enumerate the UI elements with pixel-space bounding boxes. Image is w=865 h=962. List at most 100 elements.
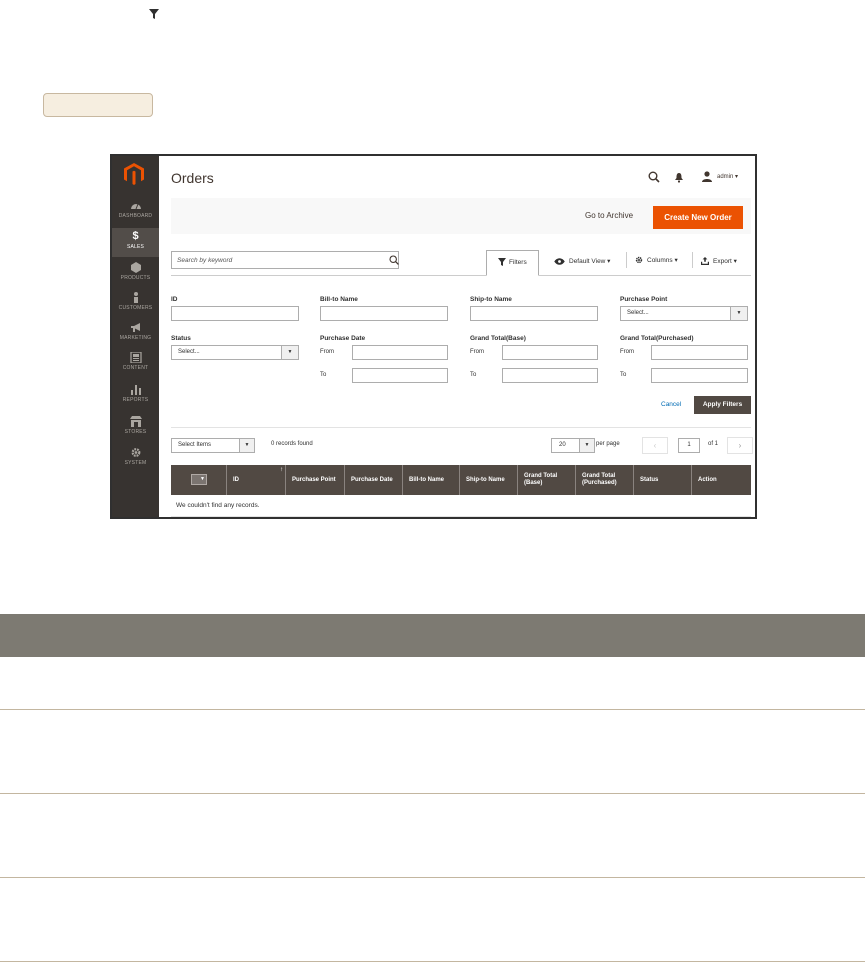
purchase-date-to-label: To — [320, 372, 327, 378]
sidebar-item-products[interactable]: PRODUCTS — [112, 262, 159, 292]
ship-to-filter-input[interactable] — [470, 306, 598, 321]
chevron-down-icon: ▼ — [730, 307, 747, 320]
column-label: Action — [698, 476, 717, 483]
page-number-input[interactable]: 1 — [678, 438, 700, 453]
table-row-divider — [0, 877, 865, 878]
mass-action-value: Select Items — [178, 442, 212, 448]
sidebar-item-dashboard[interactable]: DASHBOARD — [112, 200, 159, 230]
sidebar-item-marketing[interactable]: MARKETING — [112, 322, 159, 352]
status-select[interactable]: Select... ▼ — [171, 345, 299, 360]
go-to-archive-button[interactable]: Go to Archive — [585, 211, 633, 220]
sidebar-item-label: DASHBOARD — [118, 213, 153, 219]
grand-total-base-to-input[interactable] — [502, 368, 598, 383]
bill-to-filter-input[interactable] — [320, 306, 448, 321]
status-filter-label: Status — [171, 335, 191, 342]
grid-column-grand-total-purchased[interactable]: Grand Total (Purchased) — [575, 465, 633, 495]
grand-total-base-from-input[interactable] — [502, 345, 598, 360]
grid-column-bill-to-name[interactable]: Bill-to Name — [402, 465, 459, 495]
sidebar-item-reports[interactable]: REPORTS — [112, 384, 159, 414]
select-all-checkbox[interactable]: ▼ — [191, 474, 207, 485]
column-label: Status — [640, 476, 659, 483]
grid-column-grand-total-base[interactable]: Grand Total (Base) — [517, 465, 575, 495]
columns-label: Columns — [647, 257, 673, 264]
purchase-point-filter-label: Purchase Point — [620, 296, 668, 303]
filter-icon — [498, 258, 506, 266]
sidebar-item-customers[interactable]: CUSTOMERS — [112, 292, 159, 322]
grid-column-status[interactable]: Status — [633, 465, 691, 495]
grand-total-purchased-from-label: From — [620, 349, 634, 355]
create-new-order-button[interactable]: Create New Order — [653, 206, 743, 229]
grid-divider — [171, 427, 751, 428]
grid-column-id[interactable]: ID — [226, 465, 285, 495]
previous-page-button[interactable]: ‹ — [642, 437, 668, 454]
export-dropdown[interactable]: Export ▾ — [701, 257, 737, 266]
sort-ascending-icon: ↑ — [280, 467, 283, 473]
grid-column-ship-to-name[interactable]: Ship-to Name — [459, 465, 517, 495]
filters-button[interactable]: Filters — [486, 250, 539, 276]
id-filter-label: ID — [171, 296, 178, 303]
apply-filters-button[interactable]: Apply Filters — [694, 396, 751, 414]
table-row-divider — [0, 793, 865, 794]
columns-dropdown[interactable]: Columns ▾ — [635, 256, 678, 264]
records-found-count: 0 records found — [271, 441, 313, 447]
filter-icon — [149, 9, 159, 19]
highlight-tag — [43, 93, 153, 117]
magento-logo — [124, 163, 144, 185]
sidebar-item-label: REPORTS — [122, 397, 149, 403]
chevron-down-icon: ▼ — [281, 346, 298, 359]
purchase-date-from-input[interactable] — [352, 345, 448, 360]
grand-total-base-to-label: To — [470, 372, 477, 378]
sidebar-item-stores[interactable]: STORES — [112, 416, 159, 446]
keyword-search — [171, 251, 399, 269]
bill-to-filter-label: Bill-to Name — [320, 296, 358, 303]
id-filter-input[interactable] — [171, 306, 299, 321]
admin-main: Orders admin ▾ Go to Archive Create New … — [159, 156, 755, 517]
next-page-button[interactable]: › — [727, 437, 753, 454]
grid-column-select: ▼ — [171, 465, 226, 495]
grid-column-purchase-date[interactable]: Purchase Date — [344, 465, 402, 495]
empty-grid-message: We couldn't find any records. — [176, 502, 260, 509]
bell-icon[interactable] — [674, 172, 684, 183]
sidebar-item-system[interactable]: SYSTEM — [112, 447, 159, 477]
column-label: Bill-to Name — [409, 476, 445, 483]
bar-chart-icon — [130, 385, 141, 395]
sidebar-item-sales[interactable]: $ SALES — [112, 228, 159, 257]
user-menu[interactable]: admin ▾ — [717, 173, 738, 180]
page-total: of 1 — [708, 441, 719, 447]
toolbar-divider — [692, 252, 693, 268]
purchase-point-value: Select... — [627, 310, 649, 316]
gear-icon — [635, 257, 643, 264]
eye-icon — [554, 258, 565, 265]
sidebar-item-label: CUSTOMERS — [118, 305, 153, 311]
sidebar-item-content[interactable]: CONTENT — [112, 352, 159, 382]
search-input[interactable] — [172, 252, 372, 268]
per-page-value: 20 — [559, 442, 566, 448]
cube-icon — [130, 262, 141, 273]
export-label: Export — [713, 258, 732, 265]
search-icon[interactable] — [648, 171, 660, 183]
purchase-date-filter-label: Purchase Date — [320, 335, 366, 342]
user-icon[interactable] — [702, 171, 712, 182]
sidebar-item-label: PRODUCTS — [120, 275, 151, 281]
mass-action-select[interactable]: Select Items ▼ — [171, 438, 255, 453]
grand-total-purchased-to-input[interactable] — [651, 368, 748, 383]
store-icon — [129, 416, 142, 427]
view-label: Default View — [569, 258, 606, 265]
gear-icon — [131, 448, 140, 457]
grid-header: ▼ ID Purchase Point Purchase Date Bill-t… — [171, 465, 751, 495]
search-icon[interactable] — [389, 255, 399, 265]
filters-label: Filters — [509, 259, 527, 266]
cancel-filters-link[interactable]: Cancel — [661, 401, 681, 408]
per-page-select[interactable]: 20 ▼ — [551, 438, 595, 453]
grand-total-base-filter-label: Grand Total(Base) — [470, 335, 526, 342]
grid-column-purchase-point[interactable]: Purchase Point — [285, 465, 344, 495]
grand-total-purchased-from-input[interactable] — [651, 345, 748, 360]
toolbar-divider — [626, 252, 627, 268]
sidebar-item-label: STORES — [124, 429, 147, 435]
purchase-point-select[interactable]: Select... ▼ — [620, 306, 748, 321]
megaphone-icon — [130, 323, 140, 332]
sidebar-item-label: SYSTEM — [124, 460, 147, 466]
purchase-date-to-input[interactable] — [352, 368, 448, 383]
default-view-dropdown[interactable]: Default View ▾ — [554, 257, 610, 265]
dashboard-icon — [130, 203, 141, 210]
